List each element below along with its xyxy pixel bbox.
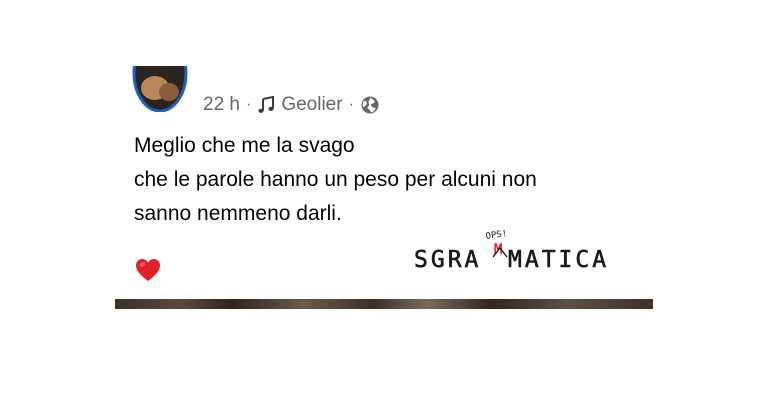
post-meta: 22 h · Geolier · <box>203 92 380 118</box>
music-note-icon <box>257 96 275 114</box>
sgrammatica-watermark: SGRA M OPS! MATICA <box>412 226 622 276</box>
post-time[interactable]: 22 h <box>203 94 240 116</box>
globe-icon[interactable] <box>360 95 380 115</box>
meta-separator: · <box>245 96 252 113</box>
post-text-line: che le parole hanno un peso per alcuni n… <box>134 168 537 191</box>
watermark-text-right: MATICA <box>508 247 609 273</box>
meta-separator: · <box>348 96 354 113</box>
post-text-line: Meglio che me la svago <box>134 134 355 157</box>
post-text: Meglio che me la svago che le parole han… <box>134 129 634 231</box>
watermark-annotation: OPS! <box>485 229 508 242</box>
post-media[interactable] <box>115 299 653 309</box>
avatar[interactable] <box>131 66 189 112</box>
watermark-text-left: SGRA <box>414 247 481 273</box>
music-artist-link[interactable]: Geolier <box>281 94 342 116</box>
red-heart-icon[interactable] <box>134 256 162 284</box>
